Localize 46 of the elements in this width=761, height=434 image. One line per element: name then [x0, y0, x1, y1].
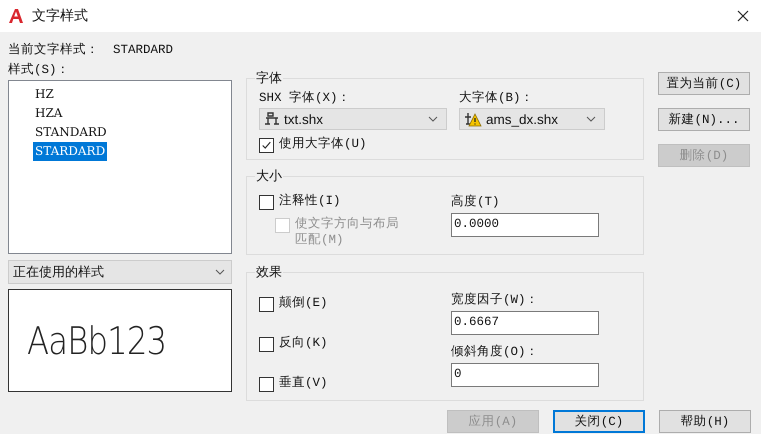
- checkbox[interactable]: [259, 297, 274, 312]
- style-item[interactable]: STANDARD: [33, 123, 109, 142]
- caret-icon: [586, 116, 596, 122]
- effect-field[interactable]: 0: [451, 363, 599, 387]
- field-label: 高度(T): [451, 195, 500, 209]
- current-style-label: 当前文字样式：: [8, 42, 99, 59]
- checkbox-label: 垂直(V): [279, 375, 328, 391]
- checkbox[interactable]: [259, 195, 274, 210]
- checkbox-label: 使文字方向与布局匹配(M): [295, 216, 400, 248]
- checkbox[interactable]: [259, 377, 274, 392]
- current-style-value: STARDARD: [113, 42, 174, 59]
- checkbox-label: 使用大字体(U): [279, 136, 367, 152]
- style-filter-dropdown[interactable]: 正在使用的样式: [8, 260, 232, 284]
- checkbox-label: 颠倒(E): [279, 295, 328, 311]
- checkbox-label: 注释性(I): [279, 193, 341, 209]
- style-item[interactable]: HZ: [33, 85, 56, 104]
- font-file-icon: [264, 111, 280, 127]
- field-label: 宽度因子(W)：: [451, 293, 539, 307]
- checkbox[interactable]: [259, 337, 274, 352]
- window-title: 文字样式: [32, 7, 89, 25]
- height-field[interactable]: 0.0000: [451, 213, 599, 237]
- styles-label: 样式(S)：: [8, 63, 70, 77]
- caret-icon: [428, 116, 438, 122]
- field-label: 倾斜角度(O)：: [451, 345, 539, 359]
- app-logo-icon: [8, 8, 24, 24]
- dialog-button[interactable]: 置为当前(C): [658, 72, 750, 95]
- group-title: 大小: [255, 167, 283, 185]
- close-icon[interactable]: [737, 10, 749, 22]
- checkbox-label: 反向(K): [279, 335, 328, 351]
- caret-icon: [215, 269, 225, 275]
- group-title: 字体: [255, 69, 283, 87]
- dialog-button[interactable]: 帮助(H): [659, 410, 751, 433]
- checkbox[interactable]: [259, 138, 274, 153]
- field-label: SHX 字体(X)：: [259, 91, 351, 105]
- big-font-dropdown[interactable]: ams_dx.shx: [459, 108, 605, 130]
- dialog-button[interactable]: 新建(N)...: [658, 108, 750, 131]
- warning-font-icon: [464, 111, 482, 127]
- field-label: 大字体(B)：: [459, 91, 534, 105]
- group-title: 效果: [255, 263, 283, 281]
- dialog-button[interactable]: 关闭(C): [553, 410, 645, 433]
- preview-text: AaBb123: [27, 318, 166, 362]
- checkmark-icon: [261, 140, 272, 151]
- style-item[interactable]: STARDARD: [33, 142, 108, 161]
- style-item[interactable]: HZA: [33, 104, 64, 123]
- shx-font-dropdown[interactable]: txt.shx: [259, 108, 447, 130]
- effect-field[interactable]: 0.6667: [451, 311, 599, 335]
